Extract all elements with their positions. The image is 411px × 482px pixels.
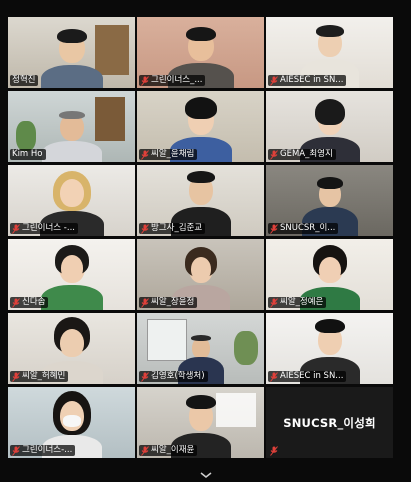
- mic-off-icon: [12, 445, 20, 456]
- participant-name-label: 그린이너스 -...: [10, 223, 78, 234]
- participant-tile[interactable]: 씨알_허혜민: [8, 313, 135, 384]
- mic-off-icon: [270, 446, 278, 456]
- participant-name-label: 신다솜: [10, 297, 49, 308]
- chevron-down-icon[interactable]: [198, 470, 214, 480]
- participant-name-label: 그린이너스-...: [10, 445, 76, 456]
- participant-tile[interactable]: 씨알_윤채림: [137, 91, 264, 162]
- participant-tile[interactable]: 씨알_장윤정: [137, 239, 264, 310]
- mic-off-icon: [141, 75, 149, 86]
- mic-off-icon: [12, 223, 20, 234]
- mic-off-icon: [270, 297, 278, 308]
- participant-name-label: AIESEC in SN...: [268, 371, 347, 382]
- mic-off-icon: [141, 149, 149, 160]
- mic-off-icon: [141, 223, 149, 234]
- participant-tile[interactable]: 그린이너스 -...: [8, 165, 135, 236]
- participant-name-label: 씨알_장윤정: [139, 297, 198, 308]
- participant-name-label: 김영호(학생처): [139, 371, 208, 382]
- participant-tile[interactable]: 방그사_김준교: [137, 165, 264, 236]
- participant-name-label: AIESEC in SN...: [268, 75, 347, 86]
- participant-name-label: 방그사_김준교: [139, 223, 206, 234]
- participant-tile[interactable]: 신다솜: [8, 239, 135, 310]
- video-gallery: 정혁진 그린이너스_... AIESEC in SN... Kim Ho 씨알_…: [0, 0, 411, 482]
- participant-name-label: 정혁진: [10, 75, 39, 86]
- participant-tile-active-speaker[interactable]: Kim Ho: [8, 91, 135, 162]
- participant-tile[interactable]: 그린이너스-...: [8, 387, 135, 458]
- mic-off-icon: [141, 297, 149, 308]
- participant-tile[interactable]: AIESEC in SN...: [266, 313, 393, 384]
- participant-tile[interactable]: 김영호(학생처): [137, 313, 264, 384]
- mic-off-icon: [270, 75, 278, 86]
- participant-name-label: Kim Ho: [10, 149, 46, 160]
- mic-off-icon: [12, 297, 20, 308]
- participant-tile[interactable]: 그린이너스_...: [137, 17, 264, 88]
- mic-off-icon: [141, 371, 149, 382]
- mic-off-icon: [270, 223, 278, 234]
- participant-tile[interactable]: GEMA_최영지: [266, 91, 393, 162]
- mic-off-icon: [270, 371, 278, 382]
- mic-off-icon: [12, 371, 20, 382]
- participant-tile-video-off[interactable]: SNUCSR_이성희: [266, 387, 393, 458]
- participant-tile[interactable]: 씨알_이재윤: [137, 387, 264, 458]
- participant-name-label: GEMA_최영지: [268, 149, 336, 160]
- participant-name-label: 씨알_이재윤: [139, 445, 198, 456]
- participant-grid: 정혁진 그린이너스_... AIESEC in SN... Kim Ho 씨알_…: [8, 17, 393, 458]
- participant-tile[interactable]: SNUCSR_이...: [266, 165, 393, 236]
- participant-name-label: [268, 446, 281, 456]
- participant-tile[interactable]: 씨알_정예은: [266, 239, 393, 310]
- participant-name-label: 그린이너스_...: [139, 75, 206, 86]
- participant-display-name: SNUCSR_이성희: [283, 415, 376, 430]
- participant-name-label: 씨알_허혜민: [10, 371, 69, 382]
- participant-tile[interactable]: AIESEC in SN...: [266, 17, 393, 88]
- participant-tile[interactable]: 정혁진: [8, 17, 135, 88]
- participant-name-label: 씨알_정예은: [268, 297, 327, 308]
- participant-name-label: 씨알_윤채림: [139, 149, 198, 160]
- mic-off-icon: [141, 445, 149, 456]
- participant-name-label: SNUCSR_이...: [268, 223, 339, 234]
- mic-off-icon: [270, 149, 278, 160]
